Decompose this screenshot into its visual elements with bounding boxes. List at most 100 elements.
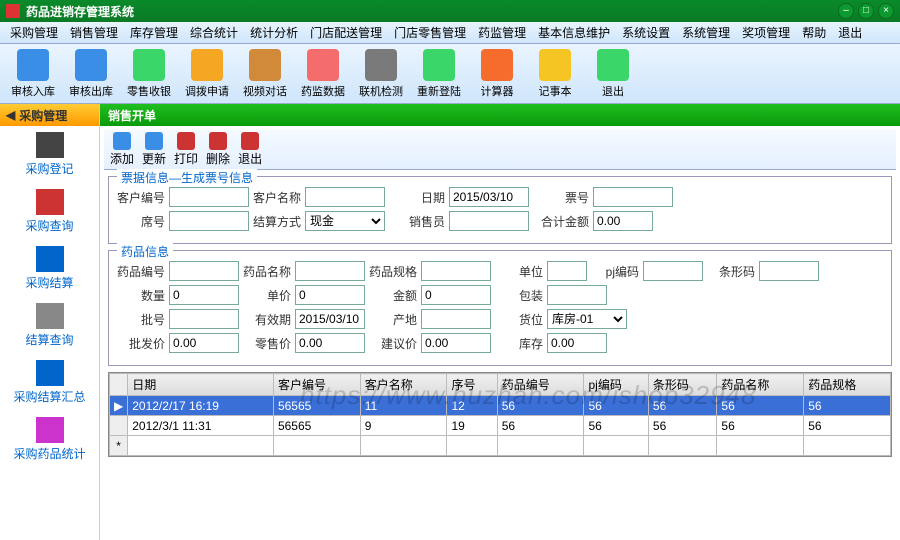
- menu-item-5[interactable]: 门店配送管理: [304, 24, 388, 41]
- table-row-new[interactable]: *: [110, 436, 891, 456]
- toolbar-审核出库[interactable]: 审核出库: [62, 49, 120, 99]
- customer-id-input[interactable]: [169, 187, 249, 207]
- sidebar-item-采购登记[interactable]: 采购登记: [0, 126, 99, 183]
- toolbar-重新登陆[interactable]: 重新登陆: [410, 49, 468, 99]
- menu-item-10[interactable]: 系统管理: [676, 24, 736, 41]
- grid-header[interactable]: 药品编号: [497, 374, 584, 396]
- total-amount-input[interactable]: [593, 211, 653, 231]
- toolbar-联机检测[interactable]: 联机检测: [352, 49, 410, 99]
- table-row[interactable]: ▶2012/2/17 16:195656511125656565656: [110, 396, 891, 416]
- tab-current[interactable]: 销售开单: [108, 107, 156, 124]
- salesman-input[interactable]: [449, 211, 529, 231]
- grid-header[interactable]: 客户名称: [360, 374, 447, 396]
- panel-tb-退出[interactable]: 退出: [238, 132, 262, 167]
- sidebar: ◀采购管理 采购登记采购查询采购结算结算查询采购结算汇总采购药品统计: [0, 104, 100, 540]
- sidebar-header: ◀采购管理: [0, 104, 99, 126]
- toolbar-计算器[interactable]: 计算器: [468, 49, 526, 99]
- panel-tb-icon: [145, 132, 163, 150]
- drug-id-input[interactable]: [169, 261, 239, 281]
- panel-tb-删除[interactable]: 删除: [206, 132, 230, 167]
- toolbar-记事本[interactable]: 记事本: [526, 49, 584, 99]
- toolbar-退出[interactable]: 退出: [584, 49, 642, 99]
- suggest-price-input[interactable]: [421, 333, 491, 353]
- tab-bar: 销售开单: [100, 104, 900, 126]
- amount-input[interactable]: [421, 285, 491, 305]
- sidebar-item-采购药品统计[interactable]: 采购药品统计: [0, 411, 99, 468]
- menu-item-8[interactable]: 基本信息维护: [532, 24, 616, 41]
- unit-input[interactable]: [547, 261, 587, 281]
- menu-item-11[interactable]: 奖项管理: [736, 24, 796, 41]
- menu-item-12[interactable]: 帮助: [796, 24, 832, 41]
- data-grid[interactable]: 日期客户编号客户名称序号药品编号pj编码条形码药品名称药品规格▶2012/2/1…: [108, 372, 892, 457]
- menu-item-7[interactable]: 药监管理: [472, 24, 532, 41]
- date-input[interactable]: [449, 187, 529, 207]
- package-input[interactable]: [547, 285, 607, 305]
- panel-tb-更新[interactable]: 更新: [142, 132, 166, 167]
- sidebar-item-采购结算[interactable]: 采购结算: [0, 240, 99, 297]
- pj-code-input[interactable]: [643, 261, 703, 281]
- grid-header[interactable]: pj编码: [584, 374, 648, 396]
- toolbar-icon: [423, 49, 455, 81]
- grid-header[interactable]: 序号: [447, 374, 497, 396]
- sidebar-item-结算查询[interactable]: 结算查询: [0, 297, 99, 354]
- menu-item-13[interactable]: 退出: [832, 24, 868, 41]
- barcode-input[interactable]: [759, 261, 819, 281]
- settle-mode-select[interactable]: 现金: [305, 211, 385, 231]
- sidebar-icon: [36, 417, 64, 443]
- toolbar-调拨申请[interactable]: 调拨申请: [178, 49, 236, 99]
- toolbar-icon: [539, 49, 571, 81]
- batch-input[interactable]: [169, 309, 239, 329]
- toolbar-视频对话[interactable]: 视频对话: [236, 49, 294, 99]
- customer-name-input[interactable]: [305, 187, 385, 207]
- stock-input[interactable]: [547, 333, 607, 353]
- menu-item-0[interactable]: 采购管理: [4, 24, 64, 41]
- maximize-button[interactable]: □: [858, 3, 874, 19]
- drug-name-input[interactable]: [295, 261, 365, 281]
- sidebar-icon: [36, 132, 64, 158]
- toolbar-审核入库[interactable]: 审核入库: [4, 49, 62, 99]
- toolbar-icon: [133, 49, 165, 81]
- toolbar-药监数据[interactable]: 药监数据: [294, 49, 352, 99]
- toolbar-零售收银[interactable]: 零售收银: [120, 49, 178, 99]
- menu-item-9[interactable]: 系统设置: [616, 24, 676, 41]
- seat-no-input[interactable]: [169, 211, 249, 231]
- menu-item-2[interactable]: 库存管理: [124, 24, 184, 41]
- origin-input[interactable]: [421, 309, 491, 329]
- toolbar-icon: [17, 49, 49, 81]
- table-row[interactable]: 2012/3/1 11:31565659195656565656: [110, 416, 891, 436]
- panel-tb-打印[interactable]: 打印: [174, 132, 198, 167]
- menu-item-3[interactable]: 综合统计: [184, 24, 244, 41]
- drug-spec-input[interactable]: [421, 261, 491, 281]
- sidebar-icon: [36, 303, 64, 329]
- valid-date-input[interactable]: [295, 309, 365, 329]
- panel-tb-icon: [241, 132, 259, 150]
- location-select[interactable]: 库房-01: [547, 309, 627, 329]
- wholesale-price-input[interactable]: [169, 333, 239, 353]
- app-icon: [6, 4, 20, 18]
- grid-header[interactable]: 药品规格: [804, 374, 891, 396]
- price-input[interactable]: [295, 285, 365, 305]
- sidebar-icon: [36, 360, 64, 386]
- sidebar-icon: [36, 189, 64, 215]
- minimize-button[interactable]: –: [838, 3, 854, 19]
- grid-header[interactable]: 药品名称: [717, 374, 804, 396]
- grid-header[interactable]: 条形码: [648, 374, 717, 396]
- toolbar-icon: [191, 49, 223, 81]
- main-toolbar: 审核入库审核出库零售收银调拨申请视频对话药监数据联机检测重新登陆计算器记事本退出: [0, 44, 900, 104]
- retail-price-input[interactable]: [295, 333, 365, 353]
- panel-tb-icon: [113, 132, 131, 150]
- toolbar-icon: [365, 49, 397, 81]
- menu-item-1[interactable]: 销售管理: [64, 24, 124, 41]
- ticket-no-input[interactable]: [593, 187, 673, 207]
- sidebar-item-采购查询[interactable]: 采购查询: [0, 183, 99, 240]
- menu-item-6[interactable]: 门店零售管理: [388, 24, 472, 41]
- app-title: 药品进销存管理系统: [26, 3, 834, 20]
- menu-item-4[interactable]: 统计分析: [244, 24, 304, 41]
- sidebar-item-采购结算汇总[interactable]: 采购结算汇总: [0, 354, 99, 411]
- grid-header[interactable]: 客户编号: [273, 374, 360, 396]
- qty-input[interactable]: [169, 285, 239, 305]
- toolbar-icon: [307, 49, 339, 81]
- grid-header[interactable]: 日期: [128, 374, 274, 396]
- panel-tb-添加[interactable]: 添加: [110, 132, 134, 167]
- close-button[interactable]: ×: [878, 3, 894, 19]
